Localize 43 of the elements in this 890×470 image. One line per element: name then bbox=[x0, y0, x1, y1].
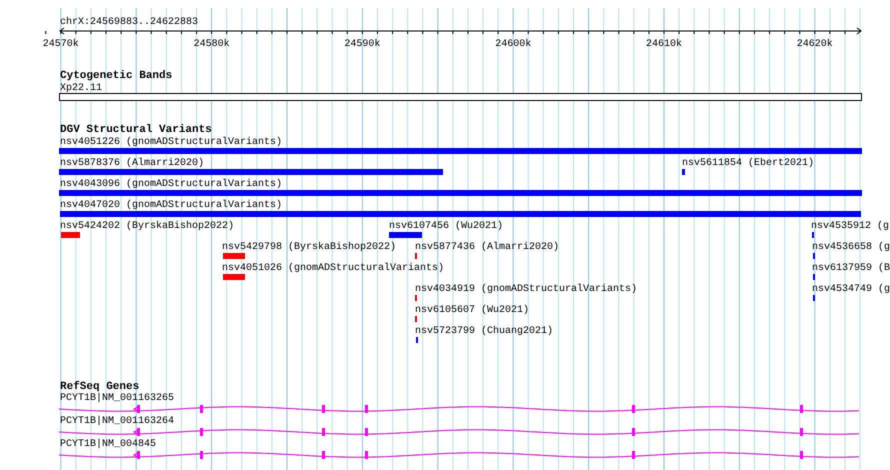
variant-bar[interactable] bbox=[61, 232, 80, 238]
transcript-drawing[interactable] bbox=[58, 405, 860, 413]
variant-bar[interactable] bbox=[60, 211, 861, 217]
variant-label[interactable]: nsv5877436 (Almarri2020) bbox=[415, 242, 560, 253]
variant-bar[interactable] bbox=[59, 190, 862, 196]
variant-label[interactable]: nsv5878376 (Almarri2020) bbox=[60, 158, 204, 169]
variant-label[interactable]: nsv5611854 (Ebert2021) bbox=[682, 158, 814, 169]
tick-label: 24600k bbox=[495, 39, 532, 50]
variant-label[interactable]: nsv5723799 (Chuang2021) bbox=[415, 326, 554, 337]
tick-label: 24580k bbox=[194, 39, 230, 50]
variant-bar[interactable] bbox=[223, 253, 245, 259]
band-label: Xp22.11 bbox=[60, 83, 102, 94]
variant-label[interactable]: nsv4051226 (gnomADStructuralVariants) bbox=[60, 137, 282, 148]
variant-label[interactable]: nsv4535912 (g bbox=[811, 221, 890, 232]
variant-label[interactable]: nsv4047020 (gnomADStructuralVariants) bbox=[60, 200, 282, 211]
transcript-drawing[interactable] bbox=[58, 428, 860, 436]
tick-label: 24620k bbox=[796, 39, 833, 50]
variant-label[interactable]: nsv6105607 (Wu2021) bbox=[415, 305, 530, 316]
variant-label[interactable]: nsv4536658 (g bbox=[812, 242, 890, 253]
tick-label: 24590k bbox=[344, 39, 380, 50]
transcript-label[interactable]: PCYT1B|NM_001163264 bbox=[60, 416, 174, 427]
tick-label: 24570k bbox=[42, 39, 79, 50]
ruler-location-label: chrX:24569883..24622883 bbox=[60, 17, 198, 28]
variant-label[interactable]: nsv6107456 (Wu2021) bbox=[389, 221, 504, 232]
variant-bar[interactable] bbox=[59, 148, 862, 154]
variant-label[interactable]: nsv5429798 (ByrskaBishop2022) bbox=[222, 242, 396, 253]
transcript-label[interactable]: PCYT1B|NM_001163265 bbox=[60, 393, 174, 404]
variant-bar[interactable] bbox=[223, 274, 245, 280]
variant-bar[interactable] bbox=[682, 169, 685, 175]
variant-label[interactable]: nsv5424202 (ByrskaBishop2022) bbox=[60, 221, 234, 232]
variant-label[interactable]: nsv4051026 (gnomADStructuralVariants) bbox=[222, 263, 444, 274]
transcript-drawing[interactable] bbox=[58, 451, 860, 459]
variant-label[interactable]: nsv6137959 (B bbox=[812, 263, 890, 274]
variant-bar[interactable] bbox=[389, 232, 422, 238]
variant-label[interactable]: nsv4534749 (g bbox=[812, 284, 890, 295]
track-title: Cytogenetic Bands bbox=[60, 70, 172, 82]
variant-label[interactable]: nsv4043096 (gnomADStructuralVariants) bbox=[60, 179, 282, 190]
transcript-label[interactable]: PCYT1B|NM_004845 bbox=[60, 439, 156, 450]
track-title: RefSeq Genes bbox=[60, 381, 140, 393]
track-title: DGV Structural Variants bbox=[60, 124, 212, 136]
tick-label: 24610k bbox=[646, 39, 682, 50]
variant-label[interactable]: nsv4034919 (gnomADStructuralVariants) bbox=[415, 284, 638, 295]
variant-bar[interactable] bbox=[59, 169, 443, 175]
